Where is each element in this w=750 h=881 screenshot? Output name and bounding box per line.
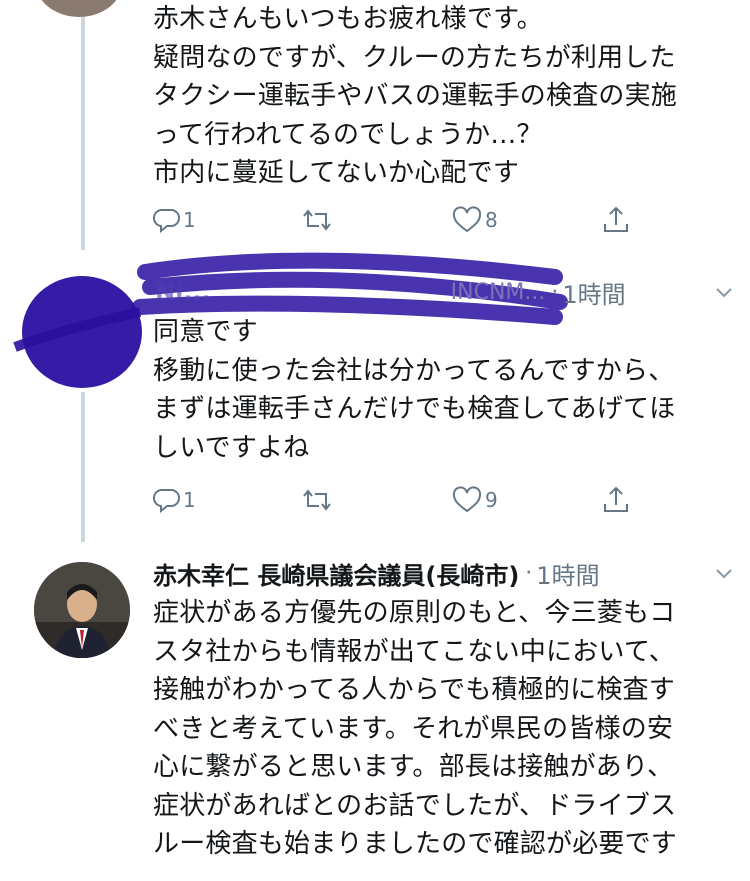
text-line: スタ社からも情報が出てこない中において、 (153, 636, 675, 667)
text-line: 同意です (153, 317, 258, 347)
like-icon (452, 206, 482, 233)
text-line: しいですよね (153, 432, 310, 463)
retweet-icon (303, 489, 331, 511)
reply-icon (153, 208, 180, 234)
text-line: って行われてるのでしょうか…？ (153, 119, 543, 150)
reply-button[interactable]: 1 (153, 480, 196, 520)
user-handle[interactable]: INCNM... (451, 280, 546, 305)
tweet-1-text: 赤木さんもいつもお疲れ様です。 疑問なのですが、クルーの方たちが利用した タクシ… (153, 0, 733, 193)
text-line: 症状があればとのお話でしたが、ドライブス (153, 790, 677, 821)
text-line: ルー検査も始まりましたので確認が必要です (153, 829, 678, 859)
text-line: 疑問なのですが、クルーの方たちが利用した (153, 42, 676, 73)
tweet-2-header: Ni... INCNM... · 1時間 (155, 272, 736, 312)
thread-line-top (81, 0, 85, 250)
tweet-time[interactable]: 1時間 (562, 275, 625, 310)
text-line: まずは運転手さんだけでも検査してあげてほ (153, 394, 676, 424)
retweet-button[interactable] (300, 480, 334, 520)
like-icon (452, 486, 482, 513)
text-line: べきと考えています。それが県民の皆様の安 (153, 713, 674, 744)
text-line: 症状がある方優先の原則のもと、今三菱もコ (153, 598, 676, 628)
text-line: 市内に蔓延してないか心配です (153, 158, 520, 188)
text-line: 移動に使った会社は分かってるんですから、 (153, 355, 675, 386)
text-line: タクシー運転手やバスの運転手の検査の実施 (153, 81, 678, 111)
avatar-photo (34, 562, 130, 658)
tweet-3-text: 症状がある方優先の原則のもと、今三菱もコ スタ社からも情報が出てこない中において… (153, 594, 733, 864)
like-count: 8 (485, 208, 498, 232)
retweet-icon (303, 209, 331, 231)
share-icon (604, 206, 628, 232)
text-line: 接触がわかってる人からでも積極的に検査す (153, 675, 675, 705)
obscured-name[interactable]: Ni... (155, 278, 211, 306)
reply-count: 1 (183, 488, 196, 512)
thread-line-middle (81, 392, 85, 542)
tweet-time[interactable]: 1時間 (536, 556, 599, 591)
tweet-2-actions: 1 9 (153, 480, 653, 520)
like-count: 9 (485, 488, 498, 512)
avatar-top-partial[interactable] (35, 0, 123, 17)
text-line: 赤木さんもいつもお疲れ様です。 (153, 4, 543, 34)
share-button[interactable] (601, 480, 631, 520)
chevron-down-icon[interactable] (712, 561, 736, 585)
reply-icon (153, 488, 180, 514)
chevron-down-icon[interactable] (712, 280, 736, 304)
author-name[interactable]: 赤木幸仁 長崎県議会議員(長崎市) (153, 556, 519, 591)
tweet-2-text: 同意です 移動に使った会社は分かってるんですから、 まずは運転手さんだけでも検査… (153, 313, 733, 467)
avatar-akagi[interactable] (34, 562, 130, 658)
like-button[interactable]: 9 (451, 480, 498, 520)
text-line: 心に繋がると思います。部長は接触があり、 (153, 752, 674, 782)
tweet-3-header: 赤木幸仁 長崎県議会議員(長崎市) · 1時間 (153, 553, 736, 593)
reply-count: 1 (183, 208, 196, 232)
share-icon (604, 486, 628, 512)
